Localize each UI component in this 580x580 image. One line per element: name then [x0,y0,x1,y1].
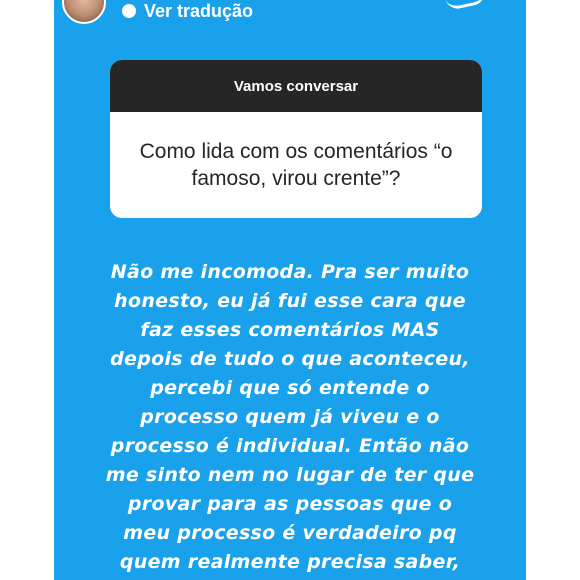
drawing-stroke-icon [445,0,487,12]
see-translation-button[interactable]: Ver tradução [122,0,253,22]
answer-line: provar para as pessoas que o [127,493,453,515]
page-frame: Ver tradução Vamos conversar Como lida c… [0,0,580,580]
question-sticker-title: Vamos conversar [110,60,482,112]
answer-line: honesto, eu já fui esse cara que [114,290,466,312]
avatar[interactable] [62,0,106,24]
answer-text: Não me incomoda. Pra ser muito honesto, … [74,258,506,577]
answer-line: me sinto nem no lugar de ter que [105,464,475,486]
question-text: Como lida com os comentários “o famoso, … [139,140,453,190]
answer-line: faz esses comentários MAS [140,319,440,341]
story-canvas[interactable]: Ver tradução Vamos conversar Como lida c… [54,0,526,580]
answer-line: quem realmente precisa saber, [119,551,461,573]
answer-line: processo é individual. Então não [110,435,470,457]
see-translation-label: Ver tradução [144,0,254,21]
answer-line: processo quem já viveu e o [140,406,440,428]
question-sticker[interactable]: Vamos conversar Como lida com os comentá… [110,60,482,218]
translate-icon [122,4,136,18]
answer-line: Não me incomoda. Pra ser muito [110,261,470,283]
answer-line: meu processo é verdadeiro pq [123,522,457,544]
answer-line: percebi que só entende o [150,377,430,399]
answer-line: depois de tudo o que aconteceu, [110,348,470,370]
